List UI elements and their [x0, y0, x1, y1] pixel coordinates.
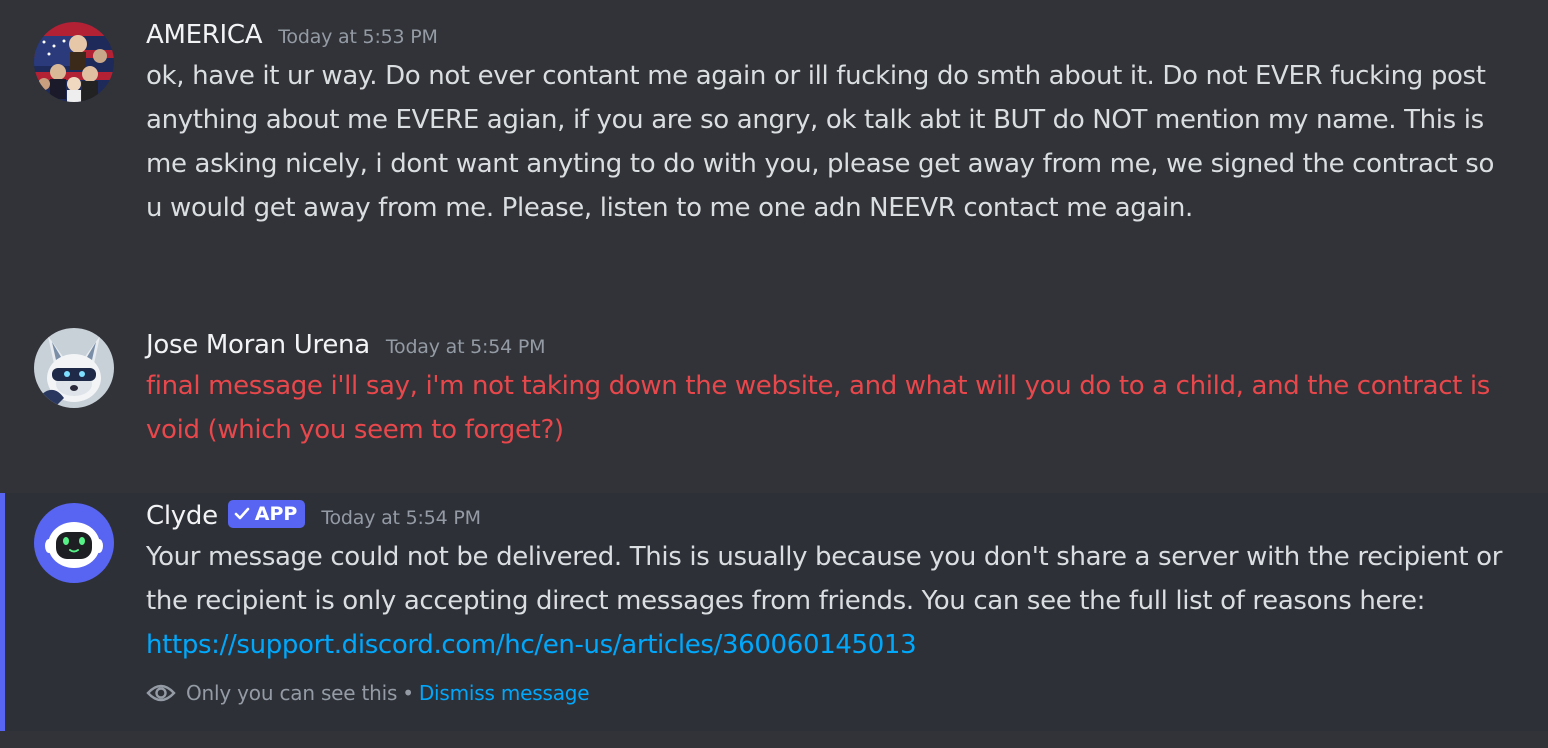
timestamp[interactable]: Today at 5:53 PM: [278, 26, 438, 48]
app-badge-label: APP: [254, 503, 298, 525]
avatar-clyde[interactable]: [34, 503, 114, 583]
username[interactable]: AMERICA: [146, 20, 263, 50]
clyde-bot-icon: [34, 503, 114, 583]
message-header: AMERICA Today at 5:53 PM: [146, 20, 1508, 56]
avatar-jose[interactable]: [34, 328, 114, 408]
message-text: Your message could not be delivered. Thi…: [146, 535, 1508, 667]
message-header: Jose Moran Urena Today at 5:54 PM: [146, 330, 1508, 366]
message-clyde: Clyde APP Today at 5:54 PM Your message …: [0, 493, 1548, 731]
message-text-body: Your message could not be delivered. Thi…: [146, 542, 1503, 616]
ephemeral-note: Only you can see this • Dismiss message: [146, 681, 1508, 705]
message-jose: Jose Moran Urena Today at 5:54 PM final …: [0, 310, 1548, 480]
avatar-america-image: [34, 22, 114, 102]
avatar-america[interactable]: [34, 22, 114, 102]
avatar-jose-image: [34, 328, 114, 408]
message-text: final message i'll say, i'm not taking d…: [146, 371, 1490, 445]
username[interactable]: Clyde: [146, 501, 218, 531]
message-header: Clyde APP Today at 5:54 PM: [146, 500, 1508, 537]
username[interactable]: Jose Moran Urena: [146, 330, 370, 360]
timestamp[interactable]: Today at 5:54 PM: [321, 507, 481, 529]
timestamp[interactable]: Today at 5:54 PM: [386, 336, 546, 358]
support-link[interactable]: https://support.discord.com/hc/en-us/art…: [146, 630, 917, 660]
dismiss-message-link[interactable]: Dismiss message: [419, 681, 590, 705]
app-badge: APP: [227, 500, 306, 528]
verified-check-icon: [234, 507, 250, 520]
message-text: ok, have it ur way. Do not ever contant …: [146, 61, 1495, 223]
ephemeral-note-text: Only you can see this: [186, 681, 398, 705]
separator-dot: •: [402, 681, 414, 705]
message-america: AMERICA Today at 5:53 PM ok, have it ur …: [0, 0, 1548, 290]
eye-icon: [146, 684, 176, 702]
